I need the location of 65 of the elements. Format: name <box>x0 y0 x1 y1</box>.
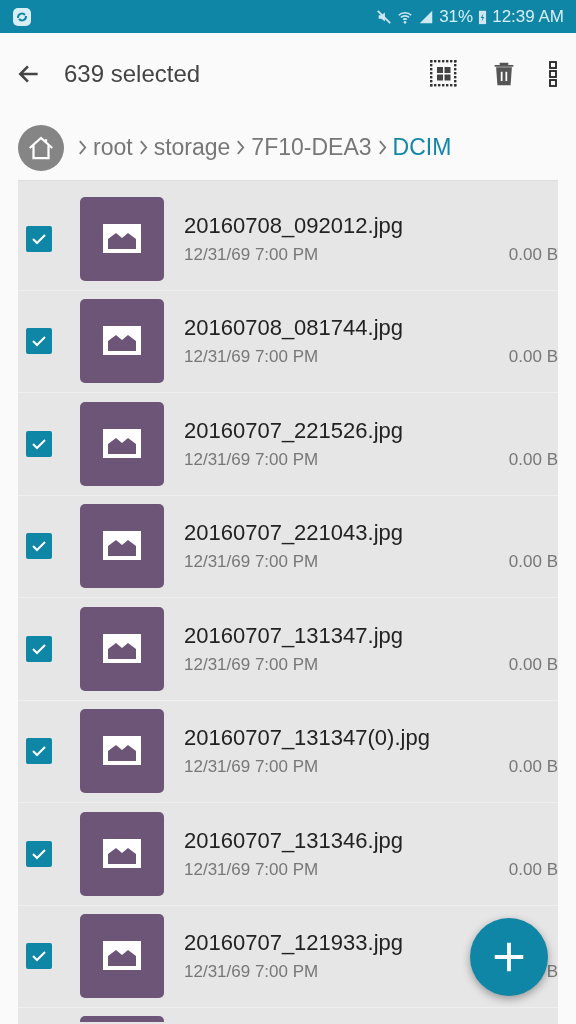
file-size: 0.00 B <box>508 859 558 880</box>
image-file-icon <box>80 504 164 589</box>
file-row[interactable]: 20160707_131347.jpg 12/31/69 7:00 PM 0.00 B <box>18 598 558 701</box>
breadcrumb-link[interactable]: storage <box>151 134 233 161</box>
file-size: 0.00 B <box>508 757 558 778</box>
image-file-icon <box>80 401 164 486</box>
checkbox[interactable] <box>26 430 52 457</box>
image-file-icon <box>80 606 164 691</box>
file-date: 12/31/69 7:00 PM <box>184 449 319 470</box>
more-icon <box>548 60 558 88</box>
file-row[interactable]: 20160707_131347(0).jpg 12/31/69 7:00 PM 0.00 B <box>18 700 558 803</box>
file-name: 20160708_092012.jpg <box>184 212 404 239</box>
clock-time: 12:39 AM <box>492 6 564 27</box>
file-name: 20160707_131346.jpg <box>184 827 404 854</box>
chevron-icon <box>377 139 387 156</box>
file-date: 12/31/69 7:00 PM <box>184 757 319 778</box>
home-button[interactable] <box>18 124 64 171</box>
battery-percent: 31% <box>439 6 474 27</box>
file-name: 20160708_081744.jpg <box>184 315 404 342</box>
checkbox[interactable] <box>26 738 52 765</box>
image-file-icon <box>80 1016 164 1022</box>
checkbox[interactable] <box>26 225 52 252</box>
file-size: 0.00 B <box>508 654 558 675</box>
breadcrumb-link[interactable]: root <box>91 134 135 161</box>
checkbox[interactable] <box>26 533 52 560</box>
file-date: 12/31/69 7:00 PM <box>184 859 319 880</box>
file-name: 20160707_131347(0).jpg <box>184 725 431 752</box>
file-size: 0.00 B <box>508 449 558 470</box>
sync-app-icon <box>12 6 32 27</box>
file-date: 12/31/69 7:00 PM <box>184 347 319 368</box>
file-size: 0.00 B <box>508 552 558 573</box>
signal-icon <box>418 8 435 25</box>
file-name: 20160707_221526.jpg <box>184 417 404 444</box>
file-row[interactable]: 20160707_131346.jpg 12/31/69 7:00 PM 0.00 B <box>18 803 558 906</box>
file-date: 12/31/69 7:00 PM <box>184 962 319 983</box>
checkbox[interactable] <box>26 328 52 355</box>
image-file-icon <box>80 811 164 896</box>
image-file-icon <box>80 299 164 384</box>
chevron-icon <box>138 139 148 156</box>
image-file-icon <box>80 709 164 794</box>
file-size: 0.00 B <box>508 244 558 265</box>
image-file-icon <box>80 914 164 999</box>
chevron-icon <box>78 139 87 156</box>
file-name: 20160707_121933.jpg <box>184 930 404 957</box>
file-date: 12/31/69 7:00 PM <box>184 654 319 675</box>
checkbox[interactable] <box>26 840 52 867</box>
breadcrumb-link[interactable]: 7F10-DEA3 <box>249 134 374 161</box>
mute-icon <box>376 8 393 25</box>
image-file-icon <box>80 196 164 281</box>
battery-charging-icon <box>478 8 488 25</box>
checkbox[interactable] <box>26 943 52 970</box>
file-date: 12/31/69 7:00 PM <box>184 552 319 573</box>
checkbox[interactable] <box>26 635 52 662</box>
file-row[interactable]: 20160708_081744.jpg 12/31/69 7:00 PM 0.00 B <box>18 290 558 393</box>
selection-count: 639 selected <box>64 60 202 88</box>
file-row[interactable]: 20160707_221043.jpg 12/31/69 7:00 PM 0.00 B <box>18 495 558 598</box>
breadcrumb-link[interactable]: DCIM <box>390 134 454 161</box>
file-row[interactable]: 20160707_221526.jpg 12/31/69 7:00 PM 0.00 B <box>18 393 558 496</box>
file-size: 0.00 B <box>508 347 558 368</box>
file-name: 20160707_131347.jpg <box>184 622 404 649</box>
file-size: B <box>546 962 558 983</box>
file-date: 12/31/69 7:00 PM <box>184 244 319 265</box>
file-name: 20160707_221043.jpg <box>184 520 404 547</box>
chevron-icon <box>236 139 246 156</box>
file-row[interactable]: 20160708_092012.jpg 12/31/69 7:00 PM 0.00 B <box>18 188 558 291</box>
